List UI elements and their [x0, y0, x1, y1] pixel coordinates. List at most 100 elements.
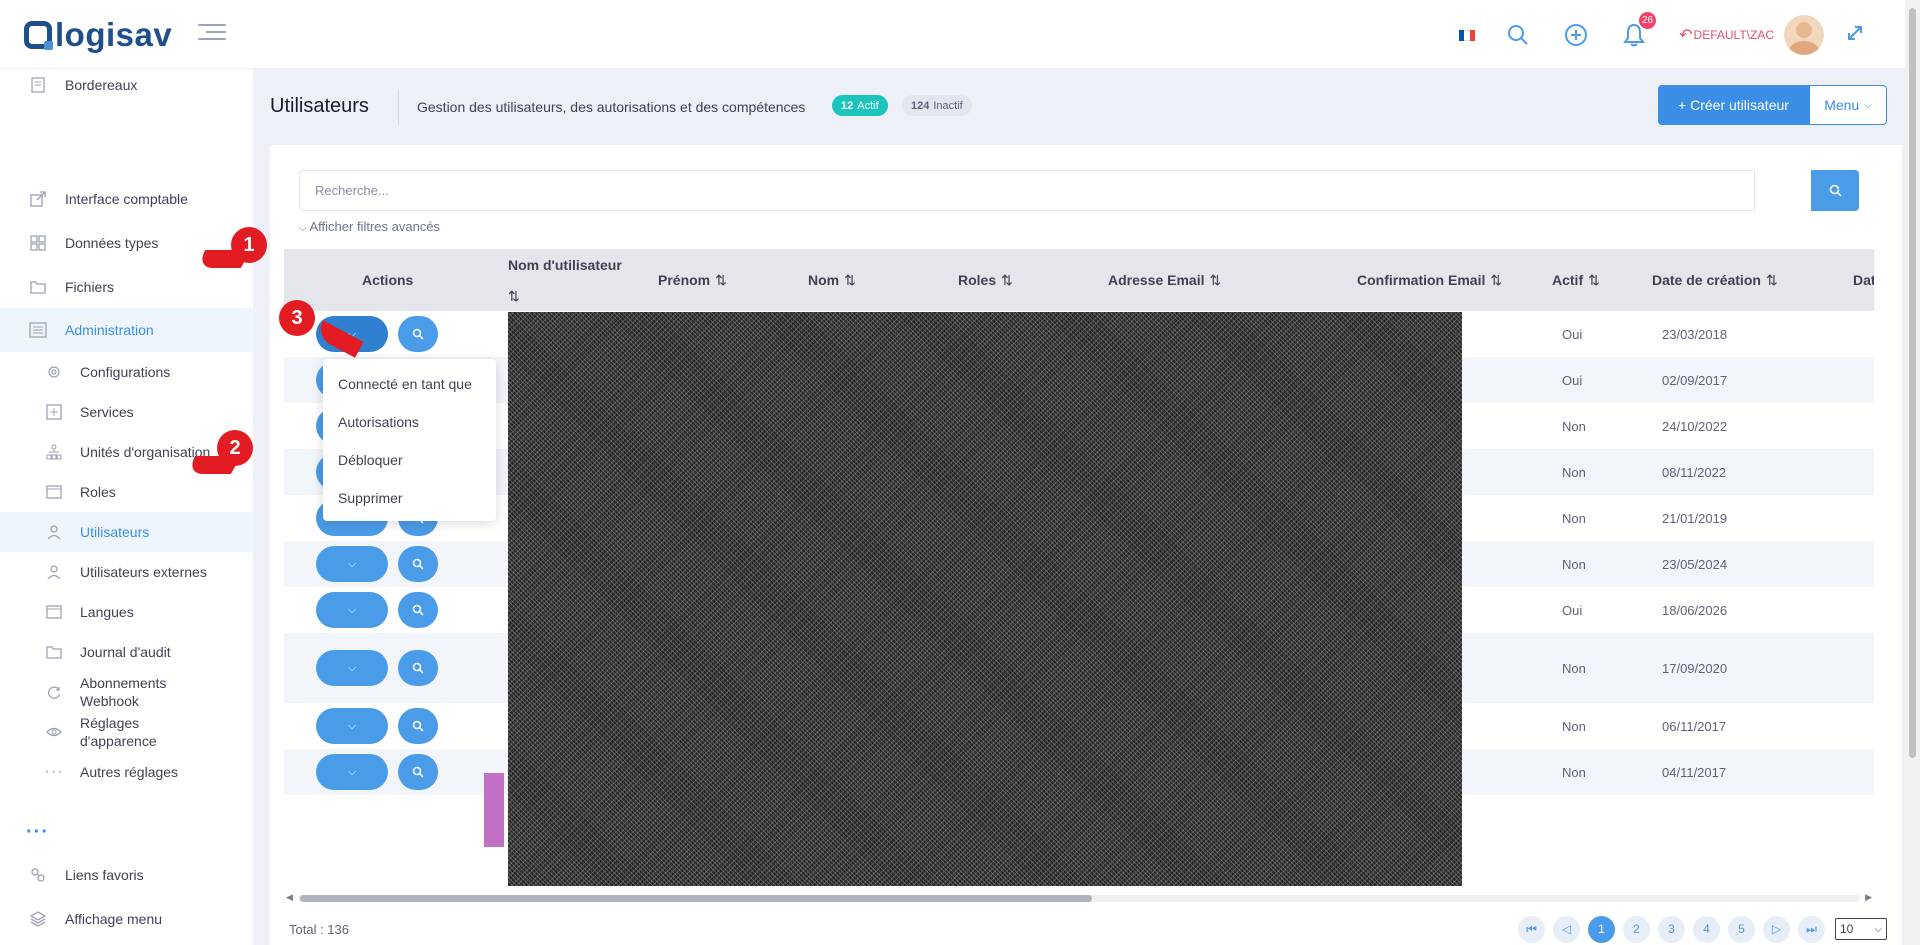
page-button-3[interactable]: 3 [1658, 915, 1685, 943]
logo[interactable]: logisav [24, 15, 172, 55]
sidebar-item-bordereaux[interactable]: Bordereaux [0, 69, 254, 101]
sidebar-item-reglages-apparence[interactable]: Réglages d'apparence [0, 713, 254, 751]
search-icon [412, 720, 424, 732]
vertical-scrollbar-thumb[interactable] [1909, 8, 1916, 758]
cell-actif: Non [1562, 556, 1586, 572]
plus-box-icon [44, 403, 64, 421]
menu-toggle-icon[interactable] [198, 24, 226, 44]
sliders-icon [28, 321, 48, 339]
create-user-button[interactable]: + Créer utilisateur [1658, 85, 1809, 125]
page-button-5[interactable]: 5 [1728, 915, 1755, 943]
row-view-button[interactable] [398, 592, 438, 628]
menu-dropdown-button[interactable]: Menu ⌵ [1809, 85, 1887, 125]
fullscreen-expand-icon[interactable] [1846, 24, 1864, 47]
column-header-username[interactable]: Nom d'utilisateur ⇅ [508, 249, 628, 311]
sidebar-item-utilisateurs-externes[interactable]: Utilisateurs externes [0, 553, 254, 591]
main-content: Utilisateurs Gestion des utilisateurs, d… [254, 69, 1920, 945]
cell-actif: Non [1562, 660, 1586, 676]
sidebar-item-services[interactable]: Services [0, 393, 254, 431]
column-label: Nom d'utilisateur [508, 256, 622, 273]
dropdown-item-supprimer[interactable]: Supprimer [323, 479, 496, 517]
page-size-select[interactable]: 10 ⌵ [1835, 918, 1887, 940]
horizontal-scrollbar[interactable]: ◀ ▶ [284, 892, 1874, 904]
sidebar-item-label: Journal d'audit [80, 644, 171, 660]
sidebar-item-roles[interactable]: Roles [0, 473, 254, 511]
column-header-email[interactable]: Adresse Email ⇅ [1108, 249, 1221, 311]
sidebar-item-interface-comptable[interactable]: Interface comptable [0, 181, 254, 217]
column-header-prenom[interactable]: Prénom ⇅ [658, 249, 727, 311]
first-page-icon[interactable]: ⏮ [1518, 915, 1545, 943]
page-button-4[interactable]: 4 [1693, 915, 1720, 943]
sidebar-item-administration[interactable]: Administration [0, 308, 254, 352]
document-icon [28, 76, 48, 94]
scroll-left-icon[interactable]: ◀ [286, 892, 293, 903]
cell-date-creation: 17/09/2020 [1662, 660, 1728, 676]
column-header-date-creation[interactable]: Date de création ⇅ [1652, 249, 1778, 311]
sidebar-item-label: Roles [80, 484, 116, 500]
pagination: ⏮ ◁ 1 2 3 4 5 ▷ ⏭ 10 ⌵ [1518, 915, 1887, 943]
last-page-icon[interactable]: ⏭ [1798, 915, 1825, 943]
sidebar-item-langues[interactable]: Langues [0, 593, 254, 631]
avatar[interactable] [1784, 15, 1824, 55]
scroll-right-icon[interactable]: ▶ [1865, 892, 1872, 903]
previous-page-icon[interactable]: ◁ [1553, 915, 1580, 943]
more-menu-icon[interactable]: ··· [26, 821, 49, 844]
user-context-switch[interactable]: ↶ DEFAULT\ZAC [1679, 25, 1774, 45]
sidebar-item-utilisateurs[interactable]: Utilisateurs [0, 512, 254, 552]
sort-icon: ⇅ [1490, 271, 1503, 288]
sidebar-item-label: Liens favoris [65, 867, 144, 883]
column-label: Dat [1853, 272, 1874, 288]
sidebar-item-configurations[interactable]: Configurations [0, 353, 254, 391]
sidebar-item-abonnements-webhook[interactable]: Abonnements Webhook [0, 673, 254, 711]
search-submit-button[interactable] [1811, 170, 1859, 211]
redacted-data-overlay [508, 312, 1462, 886]
page-button-1[interactable]: 1 [1588, 915, 1615, 943]
header-actions: 26 ↶ DEFAULT\ZAC [1459, 12, 1862, 56]
scrollbar-thumb[interactable] [300, 895, 1092, 902]
menu-button-label: Menu [1824, 97, 1860, 113]
search-icon[interactable] [1505, 22, 1531, 48]
sidebar-item-liens-favoris[interactable]: Liens favoris [0, 856, 254, 894]
row-view-button[interactable] [398, 316, 438, 352]
dropdown-item-impersonate[interactable]: Connecté en tant que [323, 365, 496, 403]
row-actions-button[interactable]: ⌵ [316, 708, 388, 744]
column-header-actif[interactable]: Actif ⇅ [1552, 249, 1600, 311]
grid-icon [28, 234, 48, 252]
inactive-count-badge: 124 Inactif [902, 95, 972, 116]
sidebar-item-journal-audit[interactable]: Journal d'audit [0, 633, 254, 671]
row-actions-button[interactable]: ⌵ [316, 650, 388, 686]
column-header-roles[interactable]: Roles ⇅ [958, 249, 1013, 311]
column-header-nom[interactable]: Nom ⇅ [808, 249, 856, 311]
total-count: Total : 136 [289, 922, 349, 937]
row-actions-button[interactable]: ⌵ [316, 592, 388, 628]
row-view-button[interactable] [398, 754, 438, 790]
row-view-button[interactable] [398, 708, 438, 744]
dropdown-item-debloquer[interactable]: Débloquer [323, 441, 496, 479]
sidebar-item-affichage-menu[interactable]: Affichage menu [0, 900, 254, 938]
sidebar-item-autres-reglages[interactable]: ··· Autres réglages [0, 753, 254, 791]
sidebar-item-label: Utilisateurs [80, 524, 150, 540]
sidebar-item-fichiers[interactable]: Fichiers [0, 269, 254, 305]
add-circle-icon[interactable] [1563, 22, 1589, 48]
row-view-button[interactable] [398, 650, 438, 686]
search-icon [412, 662, 424, 674]
inactive-count: 124 [911, 99, 930, 112]
row-actions-dropdown: Connecté en tant que Autorisations Déblo… [323, 359, 496, 521]
row-actions-button[interactable]: ⌵ [316, 754, 388, 790]
dropdown-item-autorisations[interactable]: Autorisations [323, 403, 496, 441]
notifications-bell-icon[interactable]: 26 [1621, 12, 1657, 48]
page-button-2[interactable]: 2 [1623, 915, 1650, 943]
chevron-down-icon: ⌵ [347, 719, 357, 732]
search-input[interactable] [299, 170, 1755, 211]
sidebar-item-label: Données types [65, 235, 159, 251]
row-view-button[interactable] [398, 546, 438, 582]
vertical-scrollbar[interactable] [1905, 0, 1920, 945]
column-header-date-truncated[interactable]: Dat [1853, 249, 1874, 311]
chevron-down-icon: ⌵ [347, 603, 357, 616]
sidebar-item-label: Administration [65, 322, 154, 338]
next-page-icon[interactable]: ▷ [1763, 915, 1790, 943]
french-flag-icon[interactable] [1459, 29, 1476, 41]
row-actions-button[interactable]: ⌵ [316, 546, 388, 582]
column-header-email-confirmation[interactable]: Confirmation Email ⇅ [1357, 249, 1502, 311]
advanced-filters-toggle[interactable]: ⌵ Afficher filtres avancés [299, 219, 440, 234]
